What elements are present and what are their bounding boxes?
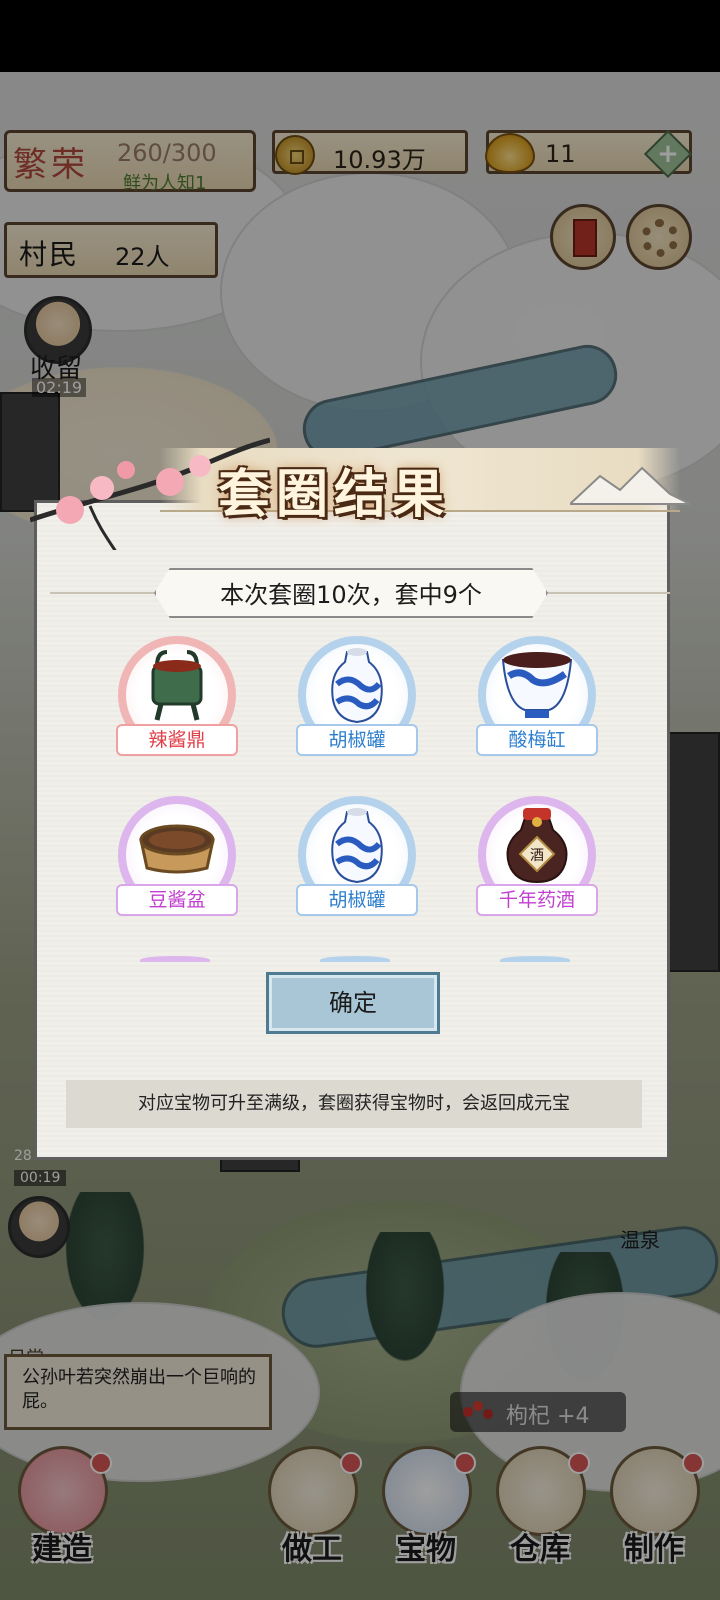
reward-item[interactable]: 豆酱盆	[112, 796, 242, 926]
bronze-ding-icon	[151, 650, 203, 721]
wine-mark: 酒	[530, 848, 544, 864]
confirm-button[interactable]: 确定	[266, 972, 440, 1034]
porcelain-jar-icon	[331, 808, 383, 884]
scroll-hint	[320, 956, 390, 964]
reward-item[interactable]: 胡椒罐	[292, 796, 422, 926]
reward-item[interactable]: 酸梅缸	[472, 636, 602, 766]
reward-item[interactable]: 辣酱鼎	[112, 636, 242, 766]
item-name: 豆酱盆	[116, 884, 238, 916]
hint-text: 对应宝物可升至满级，套圈获得宝物时，会返回成元宝	[66, 1080, 642, 1128]
wooden-basin-icon	[139, 824, 215, 874]
reward-item[interactable]: 酒 千年药酒	[472, 796, 602, 926]
scroll-hint	[140, 956, 210, 964]
porcelain-jar-icon	[331, 648, 383, 724]
mountain-decoration-icon	[570, 466, 690, 505]
item-name: 胡椒罐	[296, 724, 418, 756]
item-name: 酸梅缸	[476, 724, 598, 756]
item-name: 辣酱鼎	[116, 724, 238, 756]
dialog-title: 套圈结果	[218, 464, 451, 525]
item-name: 胡椒罐	[296, 884, 418, 916]
item-name: 千年药酒	[476, 884, 598, 916]
porcelain-bowl-icon	[501, 652, 573, 718]
status-bar	[0, 0, 720, 72]
wine-jar-icon: 酒	[506, 808, 568, 884]
reward-item[interactable]: 胡椒罐	[292, 636, 422, 766]
scroll-hint	[500, 956, 570, 964]
result-summary: 本次套圈10次，套中9个	[220, 581, 482, 609]
